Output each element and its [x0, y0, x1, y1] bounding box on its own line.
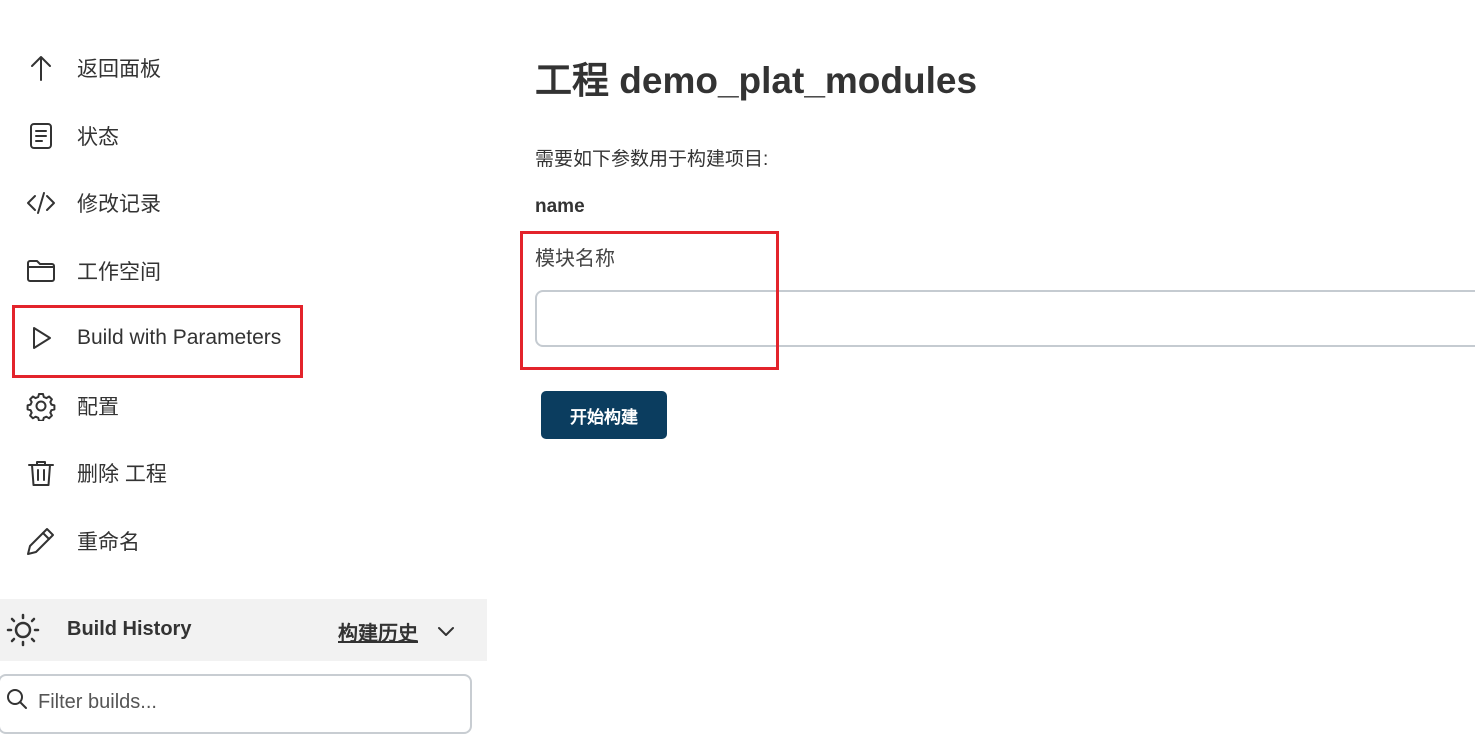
sidebar: 返回面板 状态 修改记录 工作空间 Build with Parameters … [0, 0, 487, 734]
build-history-title: Build History [67, 618, 192, 640]
sidebar-item-label: 工作空间 [77, 261, 161, 284]
folder-icon [24, 254, 58, 288]
sidebar-item-status[interactable]: 状态 [24, 116, 119, 156]
search-icon [7, 689, 27, 709]
sidebar-item-label: 配置 [77, 396, 119, 419]
sidebar-item-workspace[interactable]: 工作空间 [24, 251, 161, 291]
build-history-link[interactable]: 构建历史 [338, 617, 418, 646]
play-icon [24, 321, 58, 355]
build-history-header: Build History 构建历史 [0, 599, 487, 661]
sidebar-item-back-to-dashboard[interactable]: 返回面板 [24, 48, 161, 88]
sidebar-item-label: 返回面板 [77, 58, 161, 81]
sidebar-item-delete-project[interactable]: 删除 工程 [24, 453, 167, 493]
sidebar-item-label: 重命名 [77, 531, 140, 554]
trash-icon [24, 456, 58, 490]
parameter-name: name [535, 196, 585, 217]
parameters-description: 需要如下参数用于构建项目: [535, 149, 769, 170]
main-content: 工程 demo_plat_modules 需要如下参数用于构建项目: name … [535, 0, 1475, 717]
sidebar-item-label: 状态 [77, 126, 119, 149]
parameter-name-input[interactable] [535, 290, 1475, 347]
sidebar-item-configure[interactable]: 配置 [24, 386, 119, 426]
sidebar-item-rename[interactable]: 重命名 [24, 521, 140, 561]
sun-icon [6, 613, 40, 647]
page-title: 工程 demo_plat_modules [535, 60, 978, 101]
document-icon [24, 119, 58, 153]
gear-icon [24, 389, 58, 423]
start-build-button[interactable]: 开始构建 [541, 391, 667, 439]
sidebar-item-changes[interactable]: 修改记录 [24, 183, 161, 223]
parameter-description: 模块名称 [535, 248, 615, 270]
filter-builds-input[interactable] [36, 686, 460, 718]
sidebar-item-label: 修改记录 [77, 193, 161, 216]
arrow-up-icon [24, 51, 58, 85]
sidebar-item-label: Build with Parameters [77, 326, 282, 349]
sidebar-item-label: 删除 工程 [77, 463, 167, 486]
chevron-down-icon[interactable] [432, 617, 460, 645]
filter-builds-field [0, 674, 472, 734]
pencil-icon [24, 524, 58, 558]
code-icon [24, 186, 58, 220]
sidebar-item-build-with-parameters[interactable]: Build with Parameters [24, 318, 281, 358]
